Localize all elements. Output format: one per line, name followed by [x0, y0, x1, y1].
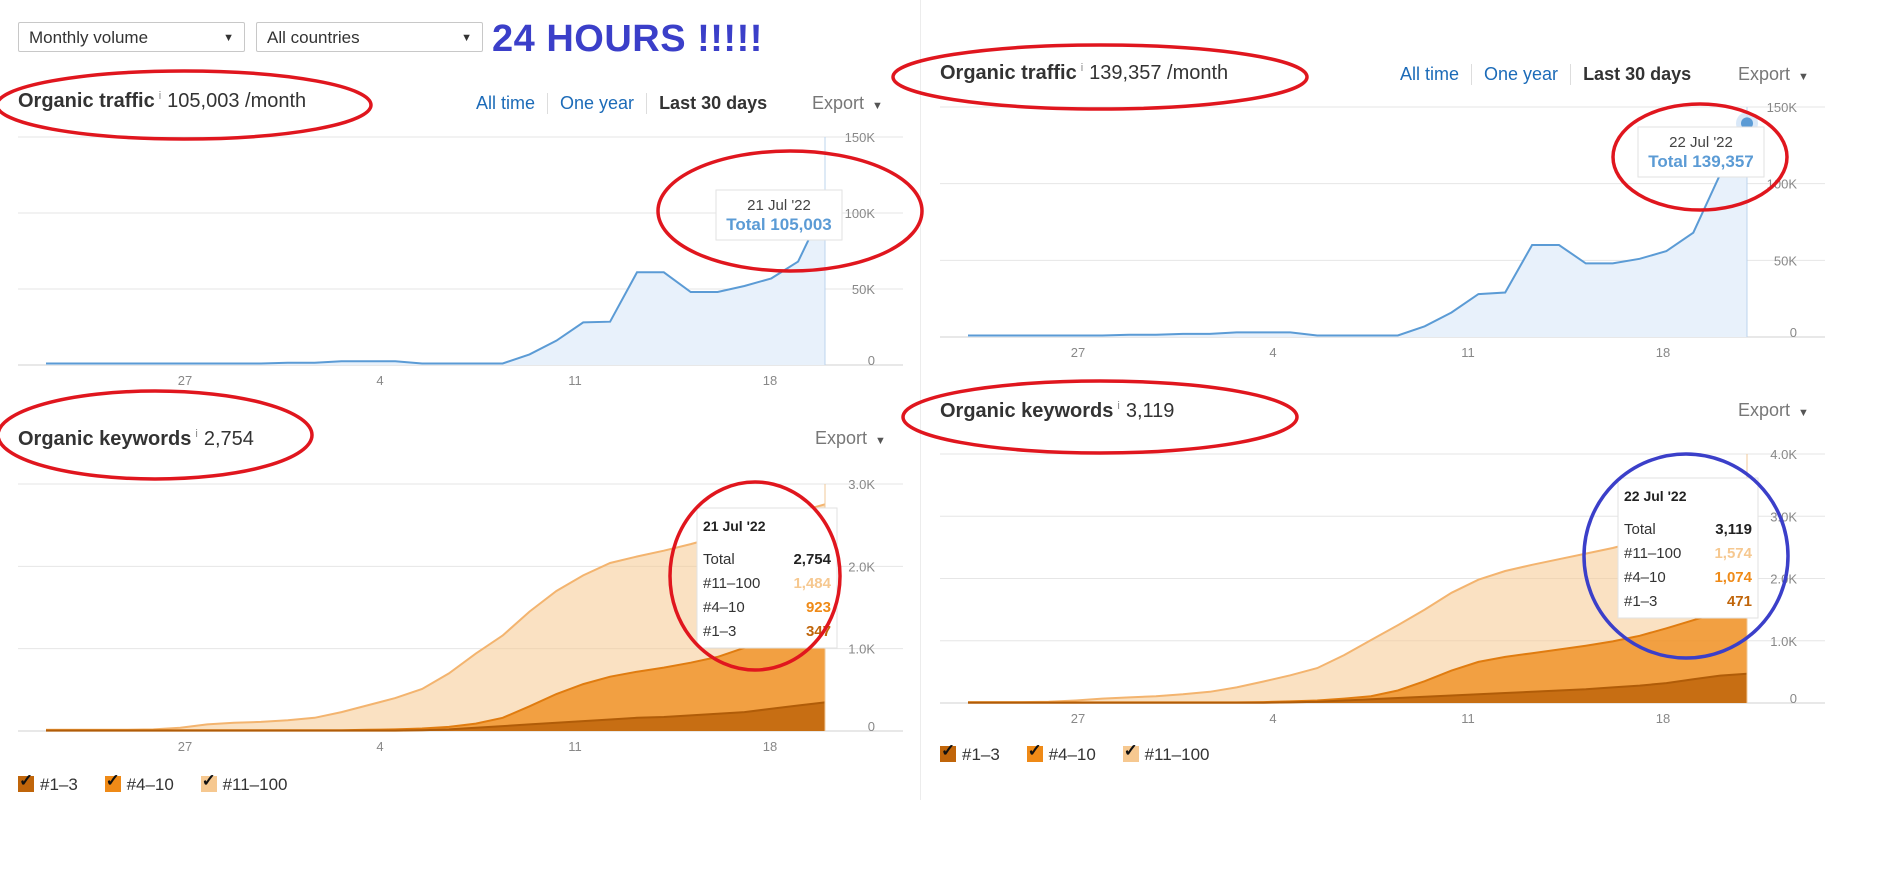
y-tick-label: 1.0K [848, 642, 875, 657]
y-tick-label: 1.0K [1770, 634, 1797, 649]
x-tick-label: 27 [178, 739, 192, 754]
traffic-area [46, 205, 825, 365]
y-tick-label: 0 [1790, 691, 1797, 706]
tooltip-row-label: #11–100 [1624, 545, 1681, 562]
traffic-area [968, 123, 1747, 337]
tooltip-total: Total 105,003 [726, 215, 832, 234]
left-keywords-tooltip: 21 Jul '22 Total 2,754 #11–100 1,484 #4–10 923… [696, 507, 838, 649]
x-tick-label: 4 [1269, 711, 1276, 726]
tooltip-row-label: #1–3 [703, 623, 736, 640]
tooltip-row-value: 3,119 [1715, 521, 1752, 538]
y-tick-label: 100K [845, 206, 876, 221]
y-tick-label: 150K [845, 130, 876, 145]
x-tick-label: 27 [1071, 345, 1085, 360]
tooltip-row-label: #4–10 [1624, 569, 1666, 586]
tooltip-row-label: #1–3 [1624, 593, 1657, 610]
x-tick-label: 18 [1656, 345, 1670, 360]
tooltip-total: Total 139,357 [1648, 152, 1754, 171]
tooltip-row-value: 1,484 [793, 575, 831, 592]
x-tick-label: 11 [1461, 345, 1475, 360]
tooltip-row-value: 1,074 [1714, 569, 1752, 586]
x-tick-label: 11 [568, 373, 582, 388]
x-tick-label: 18 [763, 373, 777, 388]
tooltip-row-label: #4–10 [703, 599, 745, 616]
y-tick-label: 50K [852, 282, 875, 297]
tooltip-row-value: 923 [806, 599, 831, 616]
x-tick-label: 4 [376, 739, 383, 754]
right-keywords-tooltip: 22 Jul '22 Total 3,119 #11–100 1,574 #4–10 1,0… [1617, 477, 1759, 619]
y-tick-label: 2.0K [848, 559, 875, 574]
charts-canvas: 0 50K 100K 150K 27 4 11 18 0 1.0K 2.0K 3.0K 27 4 11 18 0… [0, 43, 1825, 754]
annotation-ellipse [901, 379, 1299, 455]
tooltip-row-value: 1,574 [1714, 545, 1752, 562]
tooltip-date: 22 Jul '22 [1624, 488, 1687, 504]
annotation-ellipse [891, 43, 1309, 111]
tooltip-date: 22 Jul '22 [1669, 134, 1733, 151]
x-tick-label: 11 [568, 739, 582, 754]
tooltip-row-label: Total [1624, 521, 1656, 538]
x-tick-label: 18 [1656, 711, 1670, 726]
tooltip-row-value: 471 [1727, 593, 1752, 610]
x-tick-label: 4 [1269, 345, 1276, 360]
tooltip-date: 21 Jul '22 [747, 197, 811, 214]
x-tick-label: 11 [1461, 711, 1475, 726]
x-tick-label: 4 [376, 373, 383, 388]
annotation-ellipse [0, 389, 314, 481]
y-tick-label: 0 [868, 353, 875, 368]
tooltip-row-label: Total [703, 551, 735, 568]
y-tick-label: 50K [1774, 253, 1797, 268]
y-tick-label: 3.0K [848, 477, 875, 492]
y-tick-label: 150K [1767, 100, 1798, 115]
y-tick-label: 0 [868, 719, 875, 734]
y-tick-label: 0 [1790, 325, 1797, 340]
x-tick-label: 27 [178, 373, 192, 388]
left-traffic-tooltip: 21 Jul '22Total 105,003 [715, 189, 843, 241]
annotation-ellipse [0, 69, 373, 141]
y-tick-label: 4.0K [1770, 447, 1797, 462]
tooltip-date: 21 Jul '22 [703, 518, 766, 534]
tooltip-row-label: #11–100 [703, 575, 760, 592]
x-tick-label: 18 [763, 739, 777, 754]
tooltip-row-value: 2,754 [793, 551, 831, 568]
right-traffic-tooltip: 22 Jul '22Total 139,357 [1637, 126, 1765, 178]
x-tick-label: 27 [1071, 711, 1085, 726]
